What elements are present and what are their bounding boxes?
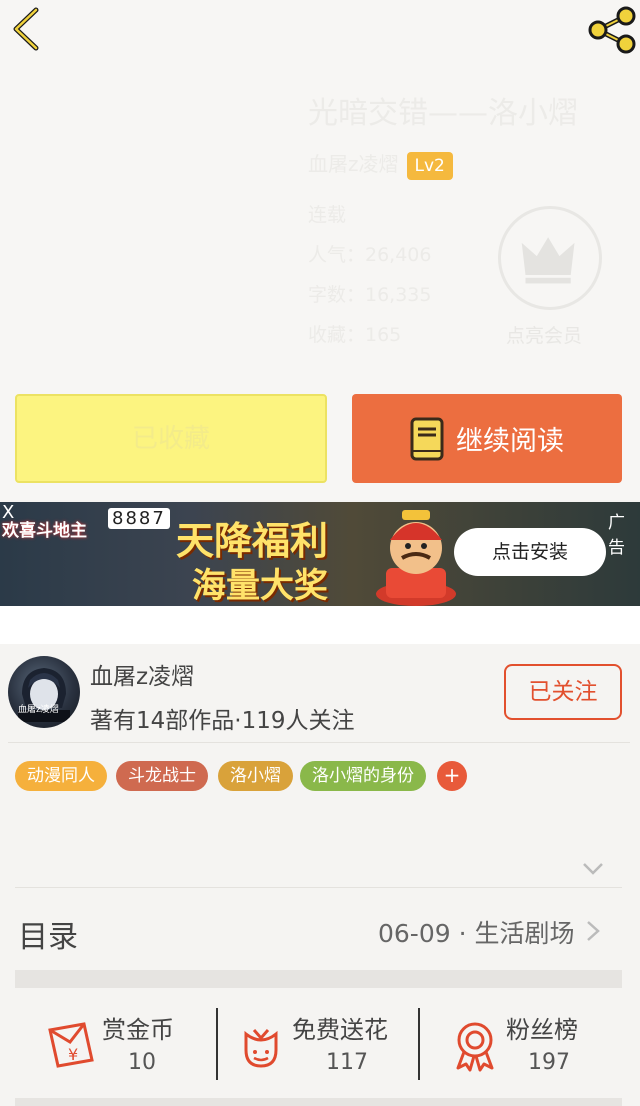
author-name[interactable]: 血屠z凌熠 <box>90 657 194 691</box>
avatar-figure-icon <box>18 668 70 722</box>
book-title: 光暗交错——洛小熠 <box>308 96 578 131</box>
free-flower-button[interactable]: 免费送花 117 <box>236 1006 416 1082</box>
follow-button[interactable]: 已关注 <box>504 664 622 720</box>
author-stats: 著有14部作品·119人关注 <box>90 708 355 734</box>
chevron-right-icon[interactable] <box>586 920 600 942</box>
tag-chip[interactable]: 动漫同人 <box>15 761 107 791</box>
book-icon <box>410 417 444 460</box>
book-word-count: 字数：16,335 <box>308 284 432 306</box>
level-badge: Lv2 <box>406 151 453 180</box>
stat-label: 免费送花 <box>292 1016 388 1044</box>
stat-value: 10 <box>128 1050 156 1075</box>
vip-button[interactable] <box>498 206 602 310</box>
stat-value: 117 <box>326 1050 368 1075</box>
divider <box>418 1008 420 1080</box>
avatar[interactable]: 血屠z凌熠 <box>8 656 80 728</box>
tag-chip[interactable]: 洛小熠的身份 <box>300 761 426 791</box>
stat-value: 197 <box>528 1050 570 1075</box>
chevron-down-icon[interactable] <box>582 862 604 876</box>
ad-tag: 广告 <box>608 513 625 558</box>
book-author[interactable]: 血屠z凌熠 <box>308 152 399 176</box>
flower-icon <box>244 1029 278 1068</box>
book-popularity: 人气：26,406 <box>308 244 432 266</box>
ad-game-name: 欢喜斗地主 <box>2 521 87 541</box>
tag-chip[interactable]: 洛小熠 <box>218 761 293 791</box>
book-favorites: 收藏：165 <box>308 324 402 346</box>
toc-label[interactable]: 目录 <box>18 912 78 956</box>
avatar-signature: 血屠z凌熠 <box>18 705 59 715</box>
continue-reading-label: 继续阅读 <box>456 426 564 457</box>
ad-install-button[interactable]: 点击安装 <box>454 528 606 576</box>
tag-add-button[interactable]: + <box>437 761 467 791</box>
section-separator <box>15 970 622 988</box>
crown-icon <box>521 237 575 284</box>
vip-label[interactable]: 点亮会员 <box>506 321 582 348</box>
ad-character-icon <box>376 510 456 606</box>
continue-reading-button[interactable]: 继续阅读 <box>352 394 622 483</box>
share-icon[interactable] <box>586 6 638 54</box>
ad-subline: 海量大奖 <box>192 566 328 606</box>
fan-ranking-button[interactable]: 粉丝榜 197 <box>450 1006 620 1082</box>
divider <box>8 742 630 743</box>
divider <box>15 887 622 888</box>
favorited-button[interactable]: 已收藏 <box>15 394 327 483</box>
book-author-line[interactable]: 血屠z凌熠 Lv2 <box>308 148 453 180</box>
svg-text:¥: ¥ <box>68 1045 78 1064</box>
section-separator <box>15 1098 622 1106</box>
divider <box>0 606 640 644</box>
divider <box>216 1008 218 1080</box>
book-status: 连载 <box>308 204 347 226</box>
stat-label: 粉丝榜 <box>506 1016 578 1044</box>
chevron-left-icon[interactable] <box>8 6 48 52</box>
ad-cards: 8887 <box>108 508 170 529</box>
red-envelope-icon: ¥ <box>48 1022 94 1068</box>
tag-chip[interactable]: 斗龙战士 <box>116 761 208 791</box>
toc-latest-chapter[interactable]: 06-09 · 生活剧场 <box>378 914 575 950</box>
award-ribbon-icon <box>456 1022 494 1072</box>
ad-headline: 天降福利 <box>176 519 329 563</box>
reward-coins-button[interactable]: ¥ 赏金币 10 <box>40 1006 200 1082</box>
stat-label: 赏金币 <box>102 1016 174 1044</box>
